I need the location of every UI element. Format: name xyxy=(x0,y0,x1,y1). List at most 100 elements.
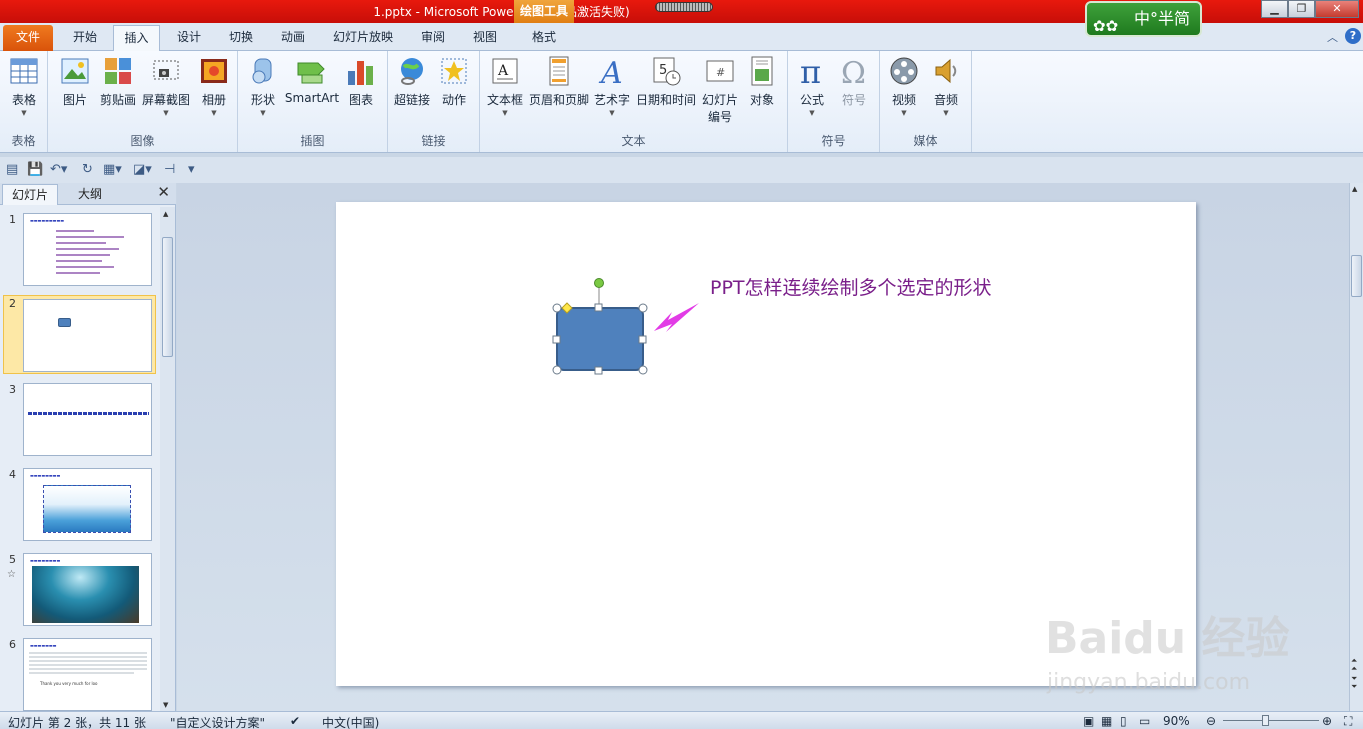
textbox-button[interactable]: A 文本框 ▼ xyxy=(485,55,525,118)
zoom-level[interactable]: 90% xyxy=(1163,714,1190,728)
prev-slide-icon[interactable]: ⏶ ⏶ xyxy=(1351,657,1357,673)
chart-button[interactable]: 图表 xyxy=(344,55,378,108)
table-icon xyxy=(10,58,38,84)
table-button[interactable]: 表格 ▼ xyxy=(6,55,42,118)
normal-view-icon[interactable]: ▣ xyxy=(1083,714,1094,728)
tab-transitions[interactable]: 切换 xyxy=(218,25,264,51)
resize-handle-nw[interactable] xyxy=(552,303,562,313)
slide-number: 2 xyxy=(9,297,16,310)
close-pane-icon[interactable]: ✕ xyxy=(157,183,170,201)
theme-name[interactable]: "自定义设计方案" xyxy=(170,714,265,729)
tab-file[interactable]: 文件 xyxy=(3,25,53,51)
group-label-symbols: 符号 xyxy=(821,134,846,148)
textbox-icon: A xyxy=(492,58,518,84)
undo-icon[interactable]: ↶▾ xyxy=(50,162,67,177)
reading-view-icon[interactable]: ▯ xyxy=(1120,714,1127,728)
equation-button[interactable]: π 公式 ▼ xyxy=(794,55,830,118)
tab-design[interactable]: 设计 xyxy=(166,25,212,51)
minimize-button[interactable]: ▁ xyxy=(1261,0,1288,18)
slide-number-button[interactable]: # 幻灯片 编号 xyxy=(700,55,740,125)
editor-scrollbar[interactable]: ▲ ⏶ ⏶ ⏷ ⏷ xyxy=(1349,183,1363,711)
group-label-links: 链接 xyxy=(421,134,446,148)
slideshow-icon[interactable]: ▭ xyxy=(1139,714,1150,728)
hyperlink-button[interactable]: 超链接 xyxy=(392,55,432,108)
format-painter-icon[interactable]: ◪▾ xyxy=(133,162,152,177)
resize-handle-w[interactable] xyxy=(552,335,561,344)
screenshot-button[interactable]: 屏幕截图 ▼ xyxy=(140,55,192,118)
ime-toolbar[interactable]: ✿✿ 中°半简 xyxy=(1085,1,1202,37)
tab-format[interactable]: 格式 xyxy=(518,25,570,51)
zoom-out-icon[interactable]: ⊖ xyxy=(1206,714,1216,728)
slide-sorter-icon[interactable]: ▦ xyxy=(1101,714,1112,728)
scroll-down-icon[interactable]: ▼ xyxy=(163,701,168,709)
resize-handle-ne[interactable] xyxy=(638,303,648,313)
tab-insert[interactable]: 插入 xyxy=(113,25,160,52)
slide-thumbnail-6[interactable]: 6 ▬▬▬▬▬▬▬ Thank you very much for loo xyxy=(0,634,160,714)
collapse-ribbon-icon[interactable]: ︿ xyxy=(1327,29,1338,45)
next-slide-icon[interactable]: ⏷ ⏷ xyxy=(1351,675,1357,691)
clipart-button[interactable]: 剪贴画 xyxy=(98,55,138,108)
picture-button[interactable]: 图片 xyxy=(58,55,92,108)
slide-number: 6 xyxy=(9,638,16,651)
slide-thumbnail-5[interactable]: 5 ☆ ▬▬▬▬▬▬▬▬ xyxy=(0,549,160,629)
app-menu-icon[interactable]: ▤ xyxy=(6,162,18,177)
redo-icon[interactable]: ↻ xyxy=(82,162,93,177)
slide-thumbnail-1[interactable]: 1 ▬▬▬▬▬▬▬▬▬ xyxy=(0,209,160,289)
tab-home[interactable]: 开始 xyxy=(62,25,108,51)
tab-animations[interactable]: 动画 xyxy=(270,25,316,51)
preview-icon[interactable]: ▦▾ xyxy=(103,162,122,177)
close-button[interactable]: ✕ xyxy=(1315,0,1359,18)
slide-thumbnail-4[interactable]: 4 ▬▬▬▬▬▬▬▬ xyxy=(0,464,160,544)
spellcheck-icon[interactable]: ✔ xyxy=(290,714,300,728)
scroll-thumb[interactable] xyxy=(162,237,173,357)
symbol-button[interactable]: Ω 符号 xyxy=(836,55,872,108)
tab-slides[interactable]: 幻灯片 xyxy=(2,184,58,205)
selected-rounded-rectangle[interactable] xyxy=(556,307,644,371)
scroll-up-icon[interactable]: ▲ xyxy=(163,210,168,218)
tab-outline[interactable]: 大纲 xyxy=(62,184,118,205)
slide-thumbnail-3[interactable]: 3 xyxy=(0,379,160,459)
align-icon[interactable]: ⊣ xyxy=(164,162,175,177)
maximize-button[interactable]: ❐ xyxy=(1288,0,1315,18)
group-label-images: 图像 xyxy=(130,134,155,148)
calendar-clock-icon: 5 xyxy=(653,57,681,86)
fit-to-window-icon[interactable]: ⛶ xyxy=(1344,714,1352,729)
slide-thumbnail-2[interactable]: 2 xyxy=(0,293,160,375)
slides-pane-scrollbar[interactable]: ▲ ▼ xyxy=(160,207,175,711)
smartart-button[interactable]: SmartArt xyxy=(284,55,340,105)
audio-button[interactable]: 音频 ▼ xyxy=(928,55,964,118)
resize-handle-sw[interactable] xyxy=(552,365,562,375)
globe-link-icon xyxy=(401,58,423,85)
zoom-slider-thumb[interactable] xyxy=(1262,715,1269,726)
header-footer-button[interactable]: 页眉和页脚 xyxy=(528,55,590,108)
action-button[interactable]: 动作 xyxy=(436,55,472,108)
zoom-in-icon[interactable]: ⊕ xyxy=(1322,714,1332,728)
tab-view[interactable]: 视图 xyxy=(462,25,508,51)
date-time-button[interactable]: 5 日期和时间 xyxy=(635,55,697,108)
object-button[interactable]: 对象 xyxy=(744,55,780,108)
thumb-image xyxy=(23,299,152,372)
title-grip xyxy=(655,2,713,12)
resize-handle-se[interactable] xyxy=(638,365,648,375)
resize-handle-e[interactable] xyxy=(638,335,647,344)
resize-handle-n[interactable] xyxy=(594,303,603,312)
slide-annotation-text[interactable]: PPT怎样连续绘制多个选定的形状 xyxy=(710,273,992,300)
video-button[interactable]: 视频 ▼ xyxy=(886,55,922,118)
resize-handle-s[interactable] xyxy=(594,366,603,375)
album-button[interactable]: 相册 ▼ xyxy=(196,55,232,118)
photo-album-icon xyxy=(201,59,227,83)
tab-review[interactable]: 审阅 xyxy=(410,25,456,51)
zoom-slider-track[interactable] xyxy=(1223,720,1319,721)
editor-scroll-thumb[interactable] xyxy=(1351,255,1362,297)
language[interactable]: 中文(中国) xyxy=(322,714,379,729)
status-bar: 幻灯片 第 2 张，共 11 张 "自定义设计方案" ✔ 中文(中国) ▣ ▦ … xyxy=(0,711,1363,729)
wordart-button[interactable]: A 艺术字 ▼ xyxy=(592,55,632,118)
help-icon[interactable]: ? xyxy=(1345,28,1361,44)
rotation-handle[interactable] xyxy=(594,278,604,288)
scroll-up-icon[interactable]: ▲ xyxy=(1352,185,1357,193)
shapes-button[interactable]: 形状 ▼ xyxy=(246,55,280,118)
pane-tabs: 幻灯片 大纲 ✕ xyxy=(0,183,176,205)
save-icon[interactable]: 💾 xyxy=(27,162,43,177)
customize-qat-icon[interactable]: ▾ xyxy=(188,162,195,177)
tab-slideshow[interactable]: 幻灯片放映 xyxy=(326,25,400,51)
